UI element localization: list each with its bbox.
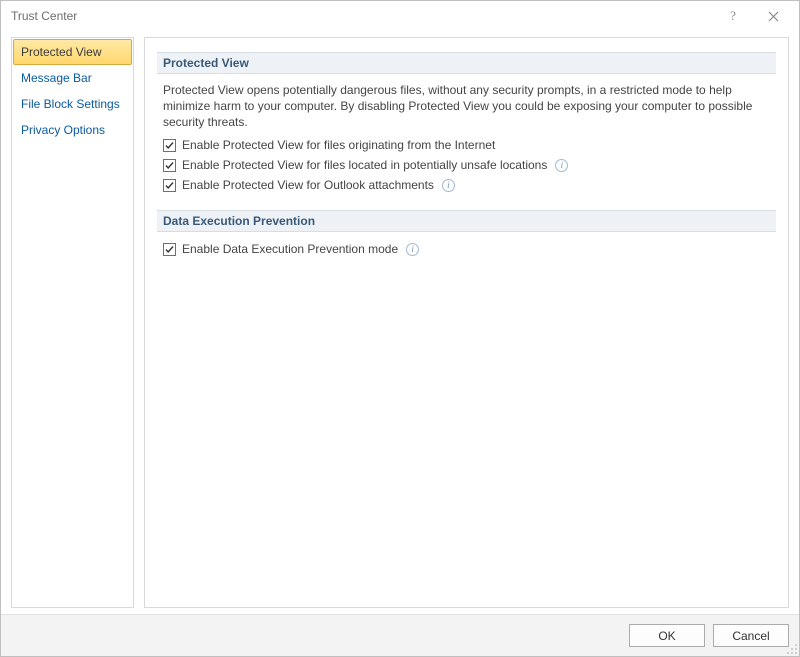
check-icon [164, 180, 175, 191]
button-label: OK [658, 629, 675, 643]
resize-grip-icon[interactable] [786, 643, 798, 655]
info-icon[interactable]: i [406, 243, 419, 256]
close-icon [768, 11, 779, 22]
check-row-dep: Enable Data Execution Prevention mode i [163, 240, 770, 258]
button-label: Cancel [732, 629, 769, 643]
ok-button[interactable]: OK [629, 624, 705, 647]
section-body-protected-view: Protected View opens potentially dangero… [157, 82, 776, 206]
sidebar-item-label: File Block Settings [21, 97, 120, 111]
sidebar-item-file-block-settings[interactable]: File Block Settings [13, 91, 132, 117]
protected-view-description: Protected View opens potentially dangero… [163, 82, 770, 130]
check-icon [164, 140, 175, 151]
info-icon[interactable]: i [555, 159, 568, 172]
help-button[interactable]: ? [713, 2, 753, 30]
checkbox-label: Enable Data Execution Prevention mode [182, 240, 398, 258]
check-row-pv-outlook: Enable Protected View for Outlook attach… [163, 176, 770, 194]
sidebar-item-privacy-options[interactable]: Privacy Options [13, 117, 132, 143]
close-button[interactable] [753, 2, 793, 30]
trust-center-dialog: Trust Center ? Protected View Message Ba… [0, 0, 800, 657]
sidebar-item-label: Privacy Options [21, 123, 105, 137]
checkbox-pv-internet[interactable] [163, 139, 176, 152]
svg-text:?: ? [730, 9, 736, 23]
cancel-button[interactable]: Cancel [713, 624, 789, 647]
section-body-dep: Enable Data Execution Prevention mode i [157, 240, 776, 270]
section-header-protected-view: Protected View [157, 52, 776, 74]
help-icon: ? [728, 9, 738, 23]
check-row-pv-internet: Enable Protected View for files originat… [163, 136, 770, 154]
check-icon [164, 160, 175, 171]
dialog-body: Protected View Message Bar File Block Se… [1, 31, 799, 614]
sidebar: Protected View Message Bar File Block Se… [11, 37, 134, 608]
checkbox-pv-unsafe[interactable] [163, 159, 176, 172]
section-header-dep: Data Execution Prevention [157, 210, 776, 232]
checkbox-label: Enable Protected View for files located … [182, 156, 547, 174]
checkbox-dep[interactable] [163, 243, 176, 256]
sidebar-item-label: Message Bar [21, 71, 92, 85]
check-icon [164, 244, 175, 255]
titlebar: Trust Center ? [1, 1, 799, 31]
checkbox-label: Enable Protected View for Outlook attach… [182, 176, 434, 194]
dialog-footer: OK Cancel [1, 614, 799, 656]
sidebar-item-label: Protected View [21, 45, 102, 59]
content-panel: Protected View Protected View opens pote… [144, 37, 789, 608]
window-title: Trust Center [11, 9, 713, 23]
checkbox-pv-outlook[interactable] [163, 179, 176, 192]
sidebar-item-protected-view[interactable]: Protected View [13, 39, 132, 65]
checkbox-label: Enable Protected View for files originat… [182, 136, 495, 154]
info-icon[interactable]: i [442, 179, 455, 192]
check-row-pv-unsafe: Enable Protected View for files located … [163, 156, 770, 174]
sidebar-item-message-bar[interactable]: Message Bar [13, 65, 132, 91]
